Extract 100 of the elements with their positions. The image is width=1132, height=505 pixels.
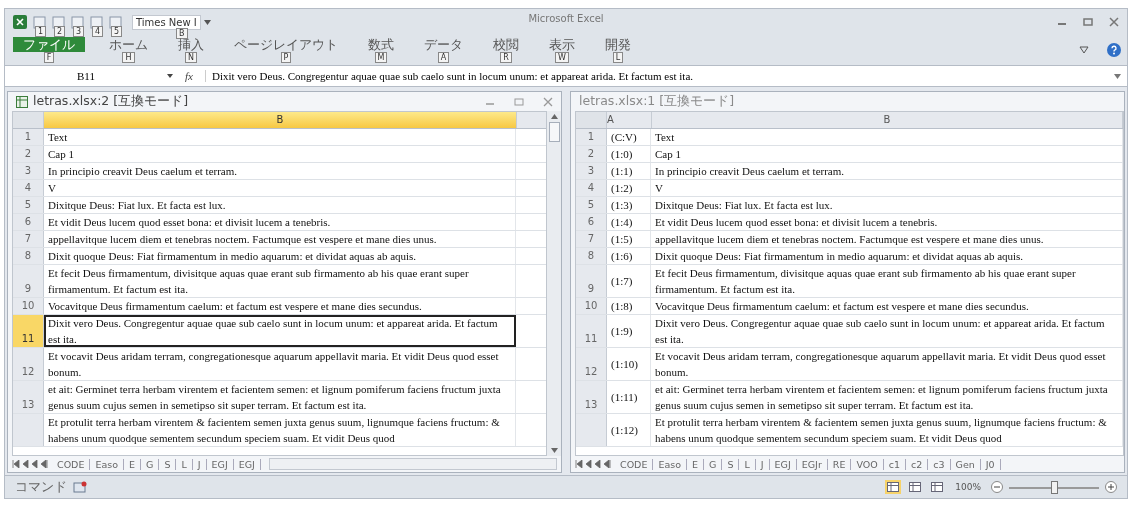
sheet-tab[interactable]: E (124, 458, 142, 470)
row-header[interactable]: 5 (576, 197, 607, 213)
ribbon-tab[interactable]: 校閲 (487, 37, 525, 52)
table-cell: (1:7) (607, 265, 651, 297)
sheet-tab[interactable]: EGJr (796, 458, 828, 470)
sheet-tab[interactable]: J (755, 458, 770, 470)
table-cell: Et fecit Deus firmamentum, divisitque aquas quae erant sub firmamento ab his quae erant super firmamentum. Et factum est ita. (44, 265, 516, 297)
row-header[interactable]: 13 (576, 381, 607, 413)
horizontal-scrollbar[interactable] (268, 458, 557, 470)
dropdown-icon[interactable] (167, 74, 173, 78)
ribbon-tab[interactable]: 開発 (599, 37, 637, 52)
toolbar-icon[interactable] (52, 15, 65, 29)
sheet-tab[interactable]: EGJ (206, 458, 234, 470)
sheet-tab[interactable]: E (687, 458, 705, 470)
ribbon-tab[interactable]: ファイル (13, 37, 85, 52)
formula-field[interactable]: Dixit vero Deus. Congregentur aquae quae sub caelo sunt in locum unum: et appareat arida. Et factum est ita. (204, 70, 1108, 82)
sheet-navigation-icon[interactable] (575, 460, 611, 468)
ribbon-tab[interactable]: 挿入 (172, 37, 210, 52)
function-label[interactable]: fx (179, 70, 199, 82)
toolbar-icon[interactable] (90, 15, 103, 29)
sheet-tab[interactable]: J (192, 458, 207, 470)
name-box[interactable]: B11 (11, 70, 161, 82)
sheet-tab[interactable]: J0 (980, 458, 1001, 470)
sheet-tab[interactable]: Gen (950, 458, 981, 470)
row-header[interactable]: 6 (576, 214, 607, 230)
slider-thumb[interactable] (1051, 480, 1058, 494)
ribbon-tab[interactable]: ページレイアウト (228, 37, 344, 52)
row-header[interactable]: 12 (576, 348, 607, 380)
row-header[interactable]: 3 (576, 163, 607, 179)
sheet-tab[interactable]: L (176, 458, 193, 470)
sheet-tab[interactable]: CODE (615, 458, 654, 470)
expand-icon[interactable] (1114, 73, 1121, 79)
sheet-tab[interactable]: EGJ (233, 458, 261, 470)
row-header[interactable]: 1 (13, 129, 44, 145)
ribbon-tab[interactable]: データ (418, 37, 469, 52)
ribbon-tab[interactable]: ホーム (103, 37, 154, 52)
view-button[interactable] (885, 480, 902, 494)
row-header[interactable]: 8 (576, 248, 607, 264)
sheet-tab[interactable]: L (739, 458, 756, 470)
row-header[interactable]: 6 (13, 214, 44, 230)
sheet-navigation-icon[interactable] (12, 460, 48, 468)
row-header[interactable]: 4 (576, 180, 607, 196)
sheet-tab[interactable]: G (141, 458, 160, 470)
row-header[interactable]: 7 (576, 231, 607, 247)
toolbar-icon[interactable] (109, 15, 122, 29)
sheet-tab[interactable]: CODE (52, 458, 91, 470)
row-header[interactable]: 5 (13, 197, 44, 213)
close-icon[interactable] (1109, 17, 1119, 27)
sheet-tab[interactable]: G (704, 458, 723, 470)
zoom-level[interactable]: 100% (955, 482, 981, 492)
scroll-up-icon[interactable] (550, 114, 558, 119)
zoom-in-icon[interactable] (1105, 481, 1117, 493)
vertical-scrollbar[interactable] (547, 111, 561, 456)
sheet-tab[interactable]: S (722, 458, 740, 470)
restore-icon[interactable] (1083, 17, 1093, 27)
scroll-down-icon[interactable] (550, 448, 558, 453)
row-header[interactable]: 4 (13, 180, 44, 196)
row-header[interactable]: 13 (13, 381, 44, 413)
sheet-tab[interactable]: S (159, 458, 177, 470)
ribbon-tab[interactable]: 数式 (362, 37, 400, 52)
sheet-tab[interactable]: RE (827, 458, 852, 470)
dropdown-icon[interactable] (203, 19, 211, 25)
row-header[interactable]: 11 (576, 315, 607, 347)
row-header[interactable]: 2 (13, 146, 44, 162)
sheet-tab[interactable]: c2 (906, 458, 929, 470)
row-header[interactable]: 9 (13, 265, 44, 297)
row-header[interactable]: 2 (576, 146, 607, 162)
sheet-tab[interactable]: Easo (90, 458, 125, 470)
sheet-tab[interactable]: c3 (928, 458, 951, 470)
row-header[interactable]: 7 (13, 231, 44, 247)
row-header[interactable]: 9 (576, 265, 607, 297)
sheet-tab[interactable]: EGJ (769, 458, 797, 470)
row-header[interactable]: 10 (13, 298, 44, 314)
sheet-tab[interactable]: Easo (653, 458, 688, 470)
row-header[interactable]: 11 (13, 315, 44, 347)
help-icon[interactable] (1107, 43, 1121, 57)
view-button[interactable] (907, 480, 924, 494)
row-header[interactable]: 10 (576, 298, 607, 314)
sheet-tab[interactable]: VOO (851, 458, 884, 470)
ribbon-tab[interactable]: 表示 (543, 37, 581, 52)
row-header[interactable]: 8 (13, 248, 44, 264)
font-field[interactable]: Times New I (132, 14, 201, 30)
toolbar-icon[interactable] (71, 15, 84, 29)
close-icon[interactable] (543, 96, 553, 107)
row-header[interactable]: 1 (576, 129, 607, 145)
toolbar-icon[interactable] (33, 15, 46, 29)
sheet-tab[interactable]: c1 (883, 458, 906, 470)
workbook-title: letras.xlsx:1 [互換モード] (579, 93, 735, 110)
column-header[interactable]: B (652, 112, 1123, 128)
row-header[interactable]: 3 (13, 163, 44, 179)
caret-icon[interactable] (1079, 46, 1089, 54)
table-cell: Dixitque Deus: Fiat lux. Et facta est lux. (44, 197, 516, 213)
macro-record-icon[interactable] (73, 481, 87, 493)
view-button[interactable] (929, 480, 946, 494)
row-header[interactable]: 12 (13, 348, 44, 380)
column-header[interactable]: B (44, 112, 517, 128)
restore-icon[interactable] (514, 96, 524, 107)
scroll-thumb[interactable] (548, 122, 560, 142)
zoom-out-icon[interactable] (991, 481, 1003, 493)
column-header[interactable]: A (607, 112, 652, 128)
